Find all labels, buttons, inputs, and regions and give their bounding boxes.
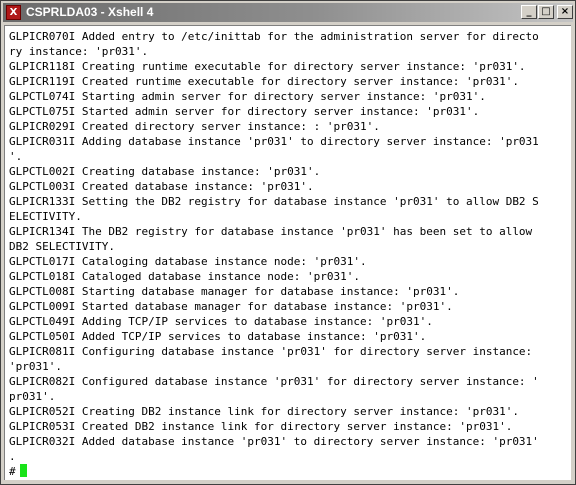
terminal-line: pr031'. <box>9 390 56 403</box>
terminal-line: ry instance: 'pr031'. <box>9 45 149 58</box>
terminal-line: GLPICR119I Created runtime executable fo… <box>9 75 519 88</box>
terminal-line: GLPCTL018I Cataloged database instance n… <box>9 270 360 283</box>
terminal-cursor <box>19 464 27 477</box>
terminal-line: GLPICR133I Setting the DB2 registry for … <box>9 195 539 208</box>
terminal-line: . <box>9 450 16 463</box>
terminal-line: GLPCTL075I Started admin server for dire… <box>9 105 480 118</box>
close-button[interactable]: × <box>557 5 573 19</box>
terminal-line: GLPCTL009I Started database manager for … <box>9 300 453 313</box>
terminal-line: DB2 SELECTIVITY. <box>9 240 115 253</box>
terminal-line: GLPICR032I Added database instance 'pr03… <box>9 435 539 448</box>
terminal-line: GLPCTL008I Starting database manager for… <box>9 285 460 298</box>
window-title: CSPRLDA03 - Xshell 4 <box>26 5 154 19</box>
terminal-line: GLPICR029I Created directory server inst… <box>9 120 380 133</box>
terminal-line: ELECTIVITY. <box>9 210 82 223</box>
terminal-line: GLPICR118I Creating runtime executable f… <box>9 60 526 73</box>
terminal-line: GLPCTL049I Adding TCP/IP services to dat… <box>9 315 433 328</box>
terminal-line: GLPCTL002I Creating database instance: '… <box>9 165 321 178</box>
terminal-line: GLPICR031I Adding database instance 'pr0… <box>9 135 539 148</box>
maximize-button[interactable]: □ <box>538 5 554 19</box>
terminal-line: GLPICR134I The DB2 registry for database… <box>9 225 533 238</box>
terminal-line: GLPCTL074I Starting admin server for dir… <box>9 90 486 103</box>
terminal-line: GLPICR082I Configured database instance … <box>9 375 539 388</box>
terminal-line: GLPCTL017I Cataloging database instance … <box>9 255 367 268</box>
terminal-line: 'pr031'. <box>9 360 62 373</box>
terminal-line: '. <box>9 150 23 163</box>
terminal-line: GLPCTL050I Added TCP/IP services to data… <box>9 330 427 343</box>
terminal-output: GLPICR070I Added entry to /etc/inittab f… <box>9 29 569 479</box>
shell-prompt: # <box>9 465 16 478</box>
terminal-line: GLPICR052I Creating DB2 instance link fo… <box>9 405 519 418</box>
terminal-area[interactable]: GLPICR070I Added entry to /etc/inittab f… <box>4 25 571 480</box>
terminal-line: GLPCTL003I Created database instance: 'p… <box>9 180 314 193</box>
title-bar[interactable]: X CSPRLDA03 - Xshell 4 _ □ × <box>3 3 573 22</box>
terminal-line: GLPICR081I Configuring database instance… <box>9 345 533 358</box>
shell-prompt-line[interactable]: # <box>9 464 569 479</box>
minimize-button[interactable]: _ <box>521 5 537 19</box>
terminal-line: GLPICR053I Created DB2 instance link for… <box>9 420 513 433</box>
xshell-window: X CSPRLDA03 - Xshell 4 _ □ × GLPICR070I … <box>0 0 576 485</box>
xshell-app-icon[interactable]: X <box>6 5 21 20</box>
terminal-line: GLPICR070I Added entry to /etc/inittab f… <box>9 30 539 43</box>
